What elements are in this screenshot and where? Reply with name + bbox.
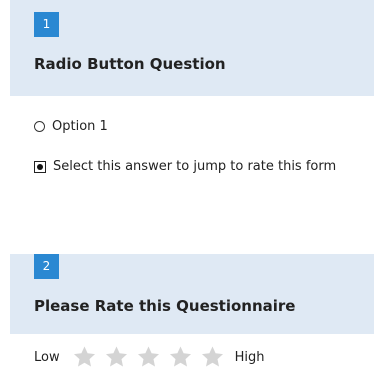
- question-title: Please Rate this Questionnaire: [34, 297, 296, 315]
- star-rating: Low High: [34, 345, 265, 369]
- star-icon[interactable]: [72, 345, 97, 369]
- question-number-badge: 1: [34, 12, 59, 37]
- star-icon[interactable]: [104, 345, 129, 369]
- rating-stars: [72, 345, 232, 369]
- question-1-header: 1 Radio Button Question: [10, 0, 374, 96]
- radio-option-2[interactable]: Select this answer to jump to rate this …: [34, 159, 336, 174]
- question-title: Radio Button Question: [34, 55, 226, 73]
- star-icon[interactable]: [200, 345, 225, 369]
- star-icon[interactable]: [136, 345, 161, 369]
- radio-option-1[interactable]: Option 1: [34, 119, 108, 134]
- question-number-badge: 2: [34, 254, 59, 279]
- radio-unselected-icon[interactable]: [34, 121, 45, 132]
- star-icon[interactable]: [168, 345, 193, 369]
- question-2-header: 2 Please Rate this Questionnaire: [10, 254, 374, 334]
- radio-option-label: Option 1: [52, 119, 108, 134]
- rating-high-label: High: [234, 349, 265, 365]
- radio-option-label: Select this answer to jump to rate this …: [53, 159, 337, 174]
- rating-low-label: Low: [34, 349, 60, 365]
- radio-selected-icon[interactable]: [34, 160, 46, 173]
